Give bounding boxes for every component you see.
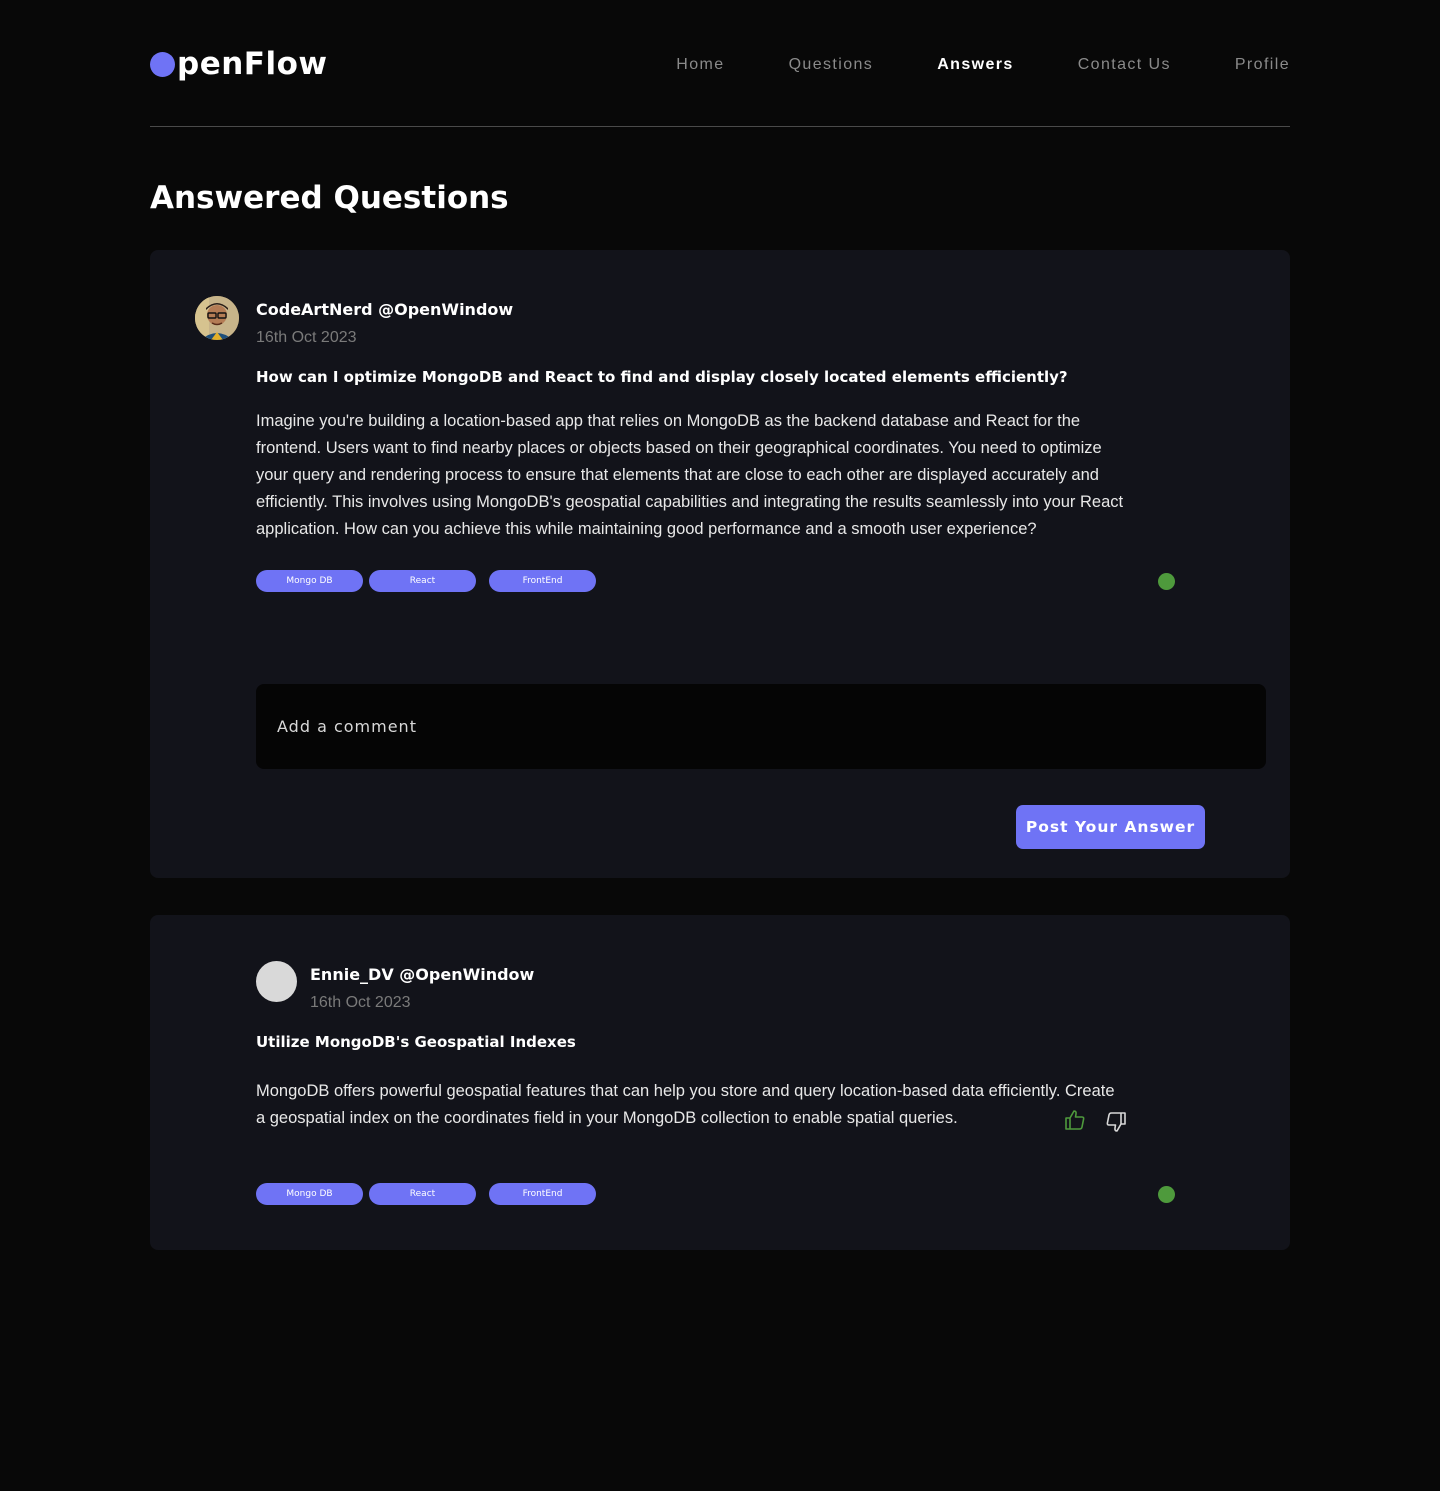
- tag-frontend[interactable]: FrontEnd: [489, 1183, 596, 1205]
- post-answer-button[interactable]: Post Your Answer: [1016, 805, 1205, 849]
- nav-answers[interactable]: Answers: [937, 56, 1014, 74]
- body-line: your query and rendering process to ensu…: [256, 466, 1099, 484]
- logo[interactable]: penFlow: [150, 46, 328, 82]
- status-indicator: [1158, 573, 1175, 590]
- answer-card: Ennie_DV @OpenWindow 16th Oct 2023 Utili…: [150, 915, 1290, 1250]
- tag-mongodb[interactable]: Mongo DB: [256, 1183, 363, 1205]
- question-body: Imagine you're building a location-based…: [256, 408, 1176, 543]
- body-line: frontend. Users want to find nearby plac…: [256, 439, 1102, 457]
- nav-contact-us[interactable]: Contact Us: [1078, 56, 1171, 74]
- main-nav: Home Questions Answers Contact Us Profil…: [612, 56, 1290, 74]
- avatar-photo-icon: [195, 296, 239, 340]
- answer-title: Utilize MongoDB's Geospatial Indexes: [256, 1033, 576, 1051]
- nav-questions[interactable]: Questions: [789, 56, 874, 74]
- user-photo-avatar[interactable]: [195, 296, 239, 340]
- tag-react[interactable]: React: [369, 570, 476, 592]
- header: penFlow Home Questions Answers Contact U…: [150, 40, 1290, 90]
- nav-profile[interactable]: Profile: [1235, 56, 1290, 74]
- answer-tags: Mongo DB React FrontEnd: [256, 1183, 616, 1205]
- tag-mongodb[interactable]: Mongo DB: [256, 570, 363, 592]
- header-divider: [150, 126, 1290, 127]
- logo-text: penFlow: [177, 46, 328, 82]
- logo-circle-icon: [150, 51, 175, 77]
- user-avatar-placeholder[interactable]: [256, 961, 297, 1002]
- question-card: CodeArtNerd @OpenWindow 16th Oct 2023 Ho…: [150, 250, 1290, 878]
- question-author[interactable]: CodeArtNerd @OpenWindow: [256, 300, 513, 319]
- status-indicator: [1158, 1186, 1175, 1203]
- tag-react[interactable]: React: [369, 1183, 476, 1205]
- page-title: Answered Questions: [150, 180, 509, 216]
- question-title[interactable]: How can I optimize MongoDB and React to …: [256, 368, 1068, 386]
- answer-date: 16th Oct 2023: [310, 994, 411, 1011]
- body-line: a geospatial index on the coordinates fi…: [256, 1109, 958, 1127]
- question-date: 16th Oct 2023: [256, 329, 357, 346]
- page: penFlow Home Questions Answers Contact U…: [0, 0, 1440, 1491]
- thumbs-up-icon[interactable]: [1063, 1108, 1087, 1132]
- answer-body: MongoDB offers powerful geospatial featu…: [256, 1078, 1176, 1132]
- body-line: Imagine you're building a location-based…: [256, 412, 1081, 430]
- comment-input[interactable]: Add a comment: [256, 684, 1266, 769]
- answer-author[interactable]: Ennie_DV @OpenWindow: [310, 965, 534, 984]
- body-line: application. How can you achieve this wh…: [256, 520, 1037, 538]
- tag-frontend[interactable]: FrontEnd: [489, 570, 596, 592]
- nav-home[interactable]: Home: [676, 56, 724, 74]
- body-line: MongoDB offers powerful geospatial featu…: [256, 1082, 1115, 1100]
- body-line: efficiently. This involves using MongoDB…: [256, 493, 1124, 511]
- question-tags: Mongo DB React FrontEnd: [256, 570, 616, 592]
- thumbs-down-icon[interactable]: [1104, 1110, 1128, 1134]
